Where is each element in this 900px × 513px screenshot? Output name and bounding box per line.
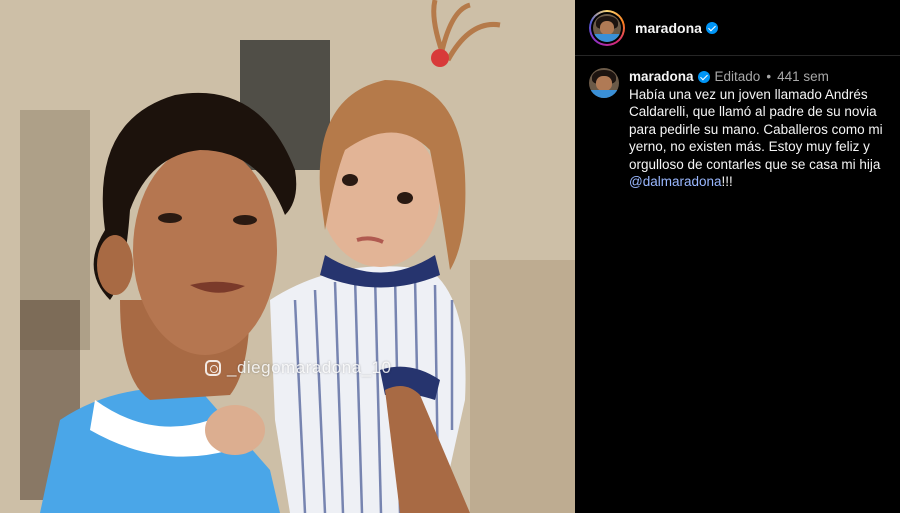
caption-body: maradona Editado • 441 sem Había una vez… (629, 68, 884, 191)
caption-main-text: Había una vez un joven llamado Andrés Ca… (629, 86, 883, 172)
post-time[interactable]: 441 sem (777, 68, 829, 86)
caption-comment: maradona Editado • 441 sem Había una vez… (575, 56, 900, 191)
post-header: maradona (575, 0, 900, 56)
story-ring[interactable] (589, 9, 625, 46)
verified-icon (697, 70, 710, 83)
caption-meta: maradona Editado • 441 sem (629, 68, 884, 86)
meta-separator: • (766, 69, 772, 84)
caption-end-text: !!! (721, 174, 733, 189)
edited-label: Editado (714, 69, 761, 84)
photo-illustration (0, 0, 575, 513)
avatar (593, 13, 621, 42)
mention-link[interactable]: @dalmaradona (629, 174, 722, 189)
photo-watermark: _diegomaradona_10 (205, 358, 391, 378)
header-username[interactable]: maradona (635, 20, 702, 36)
caption-username[interactable]: maradona (629, 68, 694, 86)
caption-text: Había una vez un joven llamado Andrés Ca… (629, 86, 884, 191)
watermark-text: _diegomaradona_10 (227, 358, 392, 377)
post-side-panel: maradona maradona Editado • 441 sem Habí… (575, 0, 900, 513)
post-photo[interactable]: _diegomaradona_10 (0, 0, 575, 513)
caption-avatar[interactable] (589, 68, 619, 98)
instagram-icon (205, 360, 221, 376)
verified-icon (705, 21, 718, 34)
